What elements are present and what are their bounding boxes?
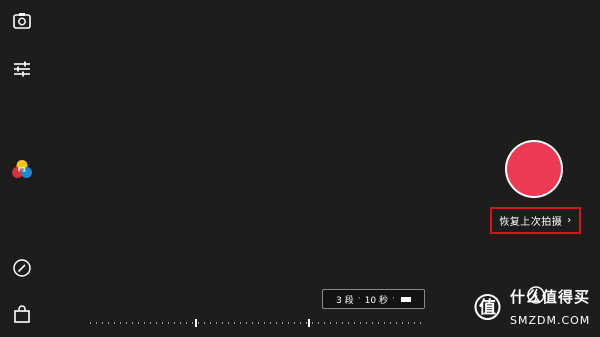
ruler-tick bbox=[264, 322, 265, 324]
ruler-tick bbox=[324, 322, 325, 324]
ruler-tick bbox=[222, 322, 223, 324]
shutter-core bbox=[507, 142, 561, 196]
ruler-tick bbox=[210, 322, 211, 324]
watermark-subtext: SMZDM.COM bbox=[510, 314, 591, 327]
adjust-sliders-icon[interactable] bbox=[11, 58, 33, 80]
ruler-tick bbox=[114, 322, 115, 324]
ruler-tick bbox=[186, 322, 187, 324]
segment-count: 3 段 bbox=[336, 295, 354, 306]
ruler-tick bbox=[120, 322, 121, 324]
ruler-tick bbox=[390, 322, 391, 324]
ruler-tick bbox=[138, 322, 139, 324]
ruler-tick bbox=[336, 322, 337, 324]
ruler-tick bbox=[192, 322, 193, 324]
ruler-tick bbox=[294, 322, 295, 324]
separator: · bbox=[391, 294, 395, 304]
record-shutter-button[interactable] bbox=[505, 140, 563, 198]
ruler-tick bbox=[300, 322, 301, 324]
ruler-tick bbox=[180, 322, 181, 324]
ruler-tick bbox=[156, 322, 157, 324]
ruler-tick bbox=[150, 322, 151, 324]
camera-viewfinder: F1 恢复上次拍摄 › 3 段 · 10 秒 · 值 什么值得买 SMZDM.C… bbox=[0, 0, 600, 337]
ruler-tick bbox=[96, 322, 97, 324]
ruler-tick bbox=[270, 322, 271, 324]
watermark-badge-text: 值 bbox=[479, 297, 496, 318]
ruler-tick bbox=[162, 322, 163, 324]
ruler-tick bbox=[372, 322, 373, 324]
camera-flip-icon[interactable] bbox=[11, 10, 33, 32]
svg-text:F1: F1 bbox=[18, 167, 26, 174]
ruler-tick bbox=[408, 322, 409, 324]
ruler-tick bbox=[276, 322, 277, 324]
ruler-tick bbox=[402, 322, 403, 324]
ruler-tick bbox=[228, 322, 229, 324]
ruler-tick bbox=[420, 322, 421, 324]
segment-duration-selector[interactable]: 3 段 · 10 秒 · bbox=[322, 289, 425, 309]
timeline-ruler bbox=[90, 319, 424, 327]
ruler-tick bbox=[378, 322, 379, 324]
chevron-right-icon: › bbox=[567, 215, 572, 226]
ruler-tick bbox=[330, 322, 331, 324]
watermark-text: 什么值得买 bbox=[510, 288, 591, 306]
separator: · bbox=[357, 294, 361, 304]
ruler-segment-marker bbox=[195, 319, 197, 327]
ruler-tick bbox=[234, 322, 235, 324]
ruler-tick bbox=[312, 322, 313, 324]
ruler-tick bbox=[306, 322, 307, 324]
ruler-tick bbox=[360, 322, 361, 324]
ruler-tick bbox=[246, 322, 247, 324]
restore-last-shot-label: 恢复上次拍摄 bbox=[499, 217, 563, 228]
ruler-tick bbox=[168, 322, 169, 324]
ruler-tick bbox=[366, 322, 367, 324]
speed-icon[interactable] bbox=[11, 257, 33, 279]
ruler-tick bbox=[240, 322, 241, 324]
shopping-bag-icon[interactable] bbox=[11, 303, 33, 325]
ruler-tick bbox=[126, 322, 127, 324]
segment-bar-icon bbox=[400, 296, 411, 302]
ruler-tick bbox=[414, 322, 415, 324]
ruler-tick bbox=[354, 322, 355, 324]
ruler-tick bbox=[396, 322, 397, 324]
ruler-tick bbox=[198, 322, 199, 324]
ruler-tick bbox=[318, 322, 319, 324]
ruler-tick bbox=[174, 322, 175, 324]
ruler-tick bbox=[144, 322, 145, 324]
restore-last-shot-button[interactable]: 恢复上次拍摄 › bbox=[499, 213, 572, 228]
ruler-tick bbox=[132, 322, 133, 324]
filter-icon[interactable]: F1 bbox=[10, 158, 34, 182]
ruler-tick bbox=[288, 322, 289, 324]
ruler-tick bbox=[216, 322, 217, 324]
duration-value: 10 秒 bbox=[364, 295, 388, 306]
ruler-tick bbox=[282, 322, 283, 324]
ruler-tick bbox=[384, 322, 385, 324]
restore-highlight-box: 恢复上次拍摄 › bbox=[490, 207, 581, 234]
ruler-tick bbox=[90, 322, 91, 324]
ruler-tick bbox=[342, 322, 343, 324]
ruler-tick bbox=[258, 322, 259, 324]
ruler-tick bbox=[252, 322, 253, 324]
ruler-tick bbox=[102, 322, 103, 324]
ruler-tick bbox=[348, 322, 349, 324]
ruler-tick bbox=[204, 322, 205, 324]
ruler-tick bbox=[108, 322, 109, 324]
watermark-logo: 值 bbox=[474, 290, 501, 324]
ruler-segment-marker bbox=[308, 319, 310, 327]
